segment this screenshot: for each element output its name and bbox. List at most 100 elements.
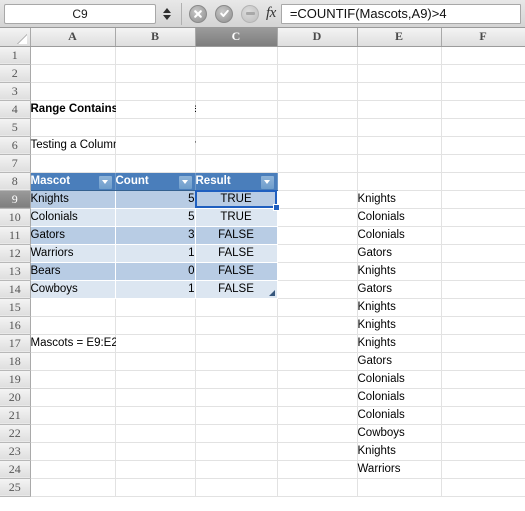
empty-cell-a23[interactable] (30, 442, 116, 461)
empty-cell-e5[interactable] (357, 118, 442, 137)
fx-icon[interactable]: fx (266, 5, 276, 22)
row-header-3[interactable]: 3 (0, 82, 31, 101)
row-header-1[interactable]: 1 (0, 46, 31, 65)
row-header-13[interactable]: 13 (0, 262, 31, 281)
empty-cell-d21[interactable] (277, 406, 358, 425)
empty-cell-a21[interactable] (30, 406, 116, 425)
table-header-result[interactable]: Result (195, 172, 278, 191)
row-header-4[interactable]: 4 (0, 100, 31, 119)
name-box[interactable]: C9 (4, 3, 156, 24)
table-cell-mascot[interactable]: Cowboys (30, 280, 116, 299)
table-resize-handle[interactable] (269, 290, 275, 296)
empty-cell-b15[interactable] (115, 298, 196, 317)
empty-cell-f21[interactable] (441, 406, 525, 425)
empty-cell-f3[interactable] (441, 82, 525, 101)
table-cell-mascot[interactable]: Warriors (30, 244, 116, 263)
row-header-20[interactable]: 20 (0, 388, 31, 407)
select-all-corner[interactable] (0, 28, 31, 47)
empty-cell-f15[interactable] (441, 298, 525, 317)
empty-cell-c17[interactable] (195, 334, 278, 353)
equals-icon[interactable] (241, 4, 259, 23)
filter-dropdown-icon[interactable] (97, 174, 113, 190)
empty-cell-d6[interactable] (277, 136, 358, 155)
table-cell-result[interactable]: FALSE (195, 226, 278, 245)
empty-cell-c1[interactable] (195, 46, 278, 65)
empty-cell-e2[interactable] (357, 64, 442, 83)
empty-cell-f9[interactable] (441, 190, 525, 209)
empty-cell-a22[interactable] (30, 424, 116, 443)
empty-cell-f19[interactable] (441, 370, 525, 389)
empty-cell-d9[interactable] (277, 190, 358, 209)
table-cell-mascot[interactable]: Bears (30, 262, 116, 281)
empty-cell-e3[interactable] (357, 82, 442, 101)
row-header-24[interactable]: 24 (0, 460, 31, 479)
table-cell-result[interactable]: TRUE (195, 208, 278, 227)
empty-cell-c22[interactable] (195, 424, 278, 443)
table-cell-count[interactable]: 1 (115, 280, 196, 299)
empty-cell-d14[interactable] (277, 280, 358, 299)
empty-cell-d10[interactable] (277, 208, 358, 227)
table-cell-result[interactable]: FALSE (195, 244, 278, 263)
mascots-list-item[interactable]: Gators (357, 352, 442, 371)
table-cell-mascot[interactable]: Colonials (30, 208, 116, 227)
empty-cell-c21[interactable] (195, 406, 278, 425)
empty-cell-d15[interactable] (277, 298, 358, 317)
empty-cell-f5[interactable] (441, 118, 525, 137)
column-header-c[interactable]: C (195, 28, 278, 47)
empty-cell-d13[interactable] (277, 262, 358, 281)
mascots-list-item[interactable]: Colonials (357, 370, 442, 389)
row-header-5[interactable]: 5 (0, 118, 31, 137)
empty-cell-a20[interactable] (30, 388, 116, 407)
empty-cell-c18[interactable] (195, 352, 278, 371)
row-header-11[interactable]: 11 (0, 226, 31, 245)
empty-cell-c19[interactable] (195, 370, 278, 389)
empty-cell-f1[interactable] (441, 46, 525, 65)
empty-cell-b3[interactable] (115, 82, 196, 101)
column-header-e[interactable]: E (357, 28, 442, 47)
empty-cell-d17[interactable] (277, 334, 358, 353)
row-header-2[interactable]: 2 (0, 64, 31, 83)
check-icon[interactable] (215, 4, 233, 23)
empty-cell-e8[interactable] (357, 172, 442, 191)
table-header-mascot[interactable]: Mascot (30, 172, 116, 191)
empty-cell-a24[interactable] (30, 460, 116, 479)
empty-cell-c7[interactable] (195, 154, 278, 173)
mascots-list-item[interactable]: Gators (357, 244, 442, 263)
empty-cell-c20[interactable] (195, 388, 278, 407)
empty-cell-f24[interactable] (441, 460, 525, 479)
empty-cell-d1[interactable] (277, 46, 358, 65)
empty-cell-a5[interactable] (30, 118, 116, 137)
empty-cell-a2[interactable] (30, 64, 116, 83)
empty-cell-d3[interactable] (277, 82, 358, 101)
empty-cell-f11[interactable] (441, 226, 525, 245)
empty-cell-e25[interactable] (357, 478, 442, 497)
empty-cell-b16[interactable] (115, 316, 196, 335)
row-header-22[interactable]: 22 (0, 424, 31, 443)
row-header-8[interactable]: 8 (0, 172, 31, 191)
mascots-list-item[interactable]: Knights (357, 298, 442, 317)
empty-cell-c16[interactable] (195, 316, 278, 335)
empty-cell-c24[interactable] (195, 460, 278, 479)
named-range-note[interactable]: Mascots = E9:E23 (30, 334, 124, 353)
table-cell-count[interactable]: 5 (115, 190, 196, 209)
table-cell-count[interactable]: 1 (115, 244, 196, 263)
empty-cell-d7[interactable] (277, 154, 358, 173)
empty-cell-d22[interactable] (277, 424, 358, 443)
table-cell-result[interactable]: FALSE (195, 280, 278, 299)
row-header-23[interactable]: 23 (0, 442, 31, 461)
empty-cell-d18[interactable] (277, 352, 358, 371)
empty-cell-d25[interactable] (277, 478, 358, 497)
mascots-list-item[interactable]: Colonials (357, 388, 442, 407)
empty-cell-b19[interactable] (115, 370, 196, 389)
empty-cell-c2[interactable] (195, 64, 278, 83)
column-header-a[interactable]: A (30, 28, 116, 47)
empty-cell-b20[interactable] (115, 388, 196, 407)
empty-cell-f17[interactable] (441, 334, 525, 353)
table-cell-mascot[interactable]: Knights (30, 190, 116, 209)
row-header-18[interactable]: 18 (0, 352, 31, 371)
empty-cell-b4[interactable] (115, 100, 196, 119)
empty-cell-a25[interactable] (30, 478, 116, 497)
empty-cell-d24[interactable] (277, 460, 358, 479)
empty-cell-d11[interactable] (277, 226, 358, 245)
table-cell-result[interactable]: FALSE (195, 262, 278, 281)
